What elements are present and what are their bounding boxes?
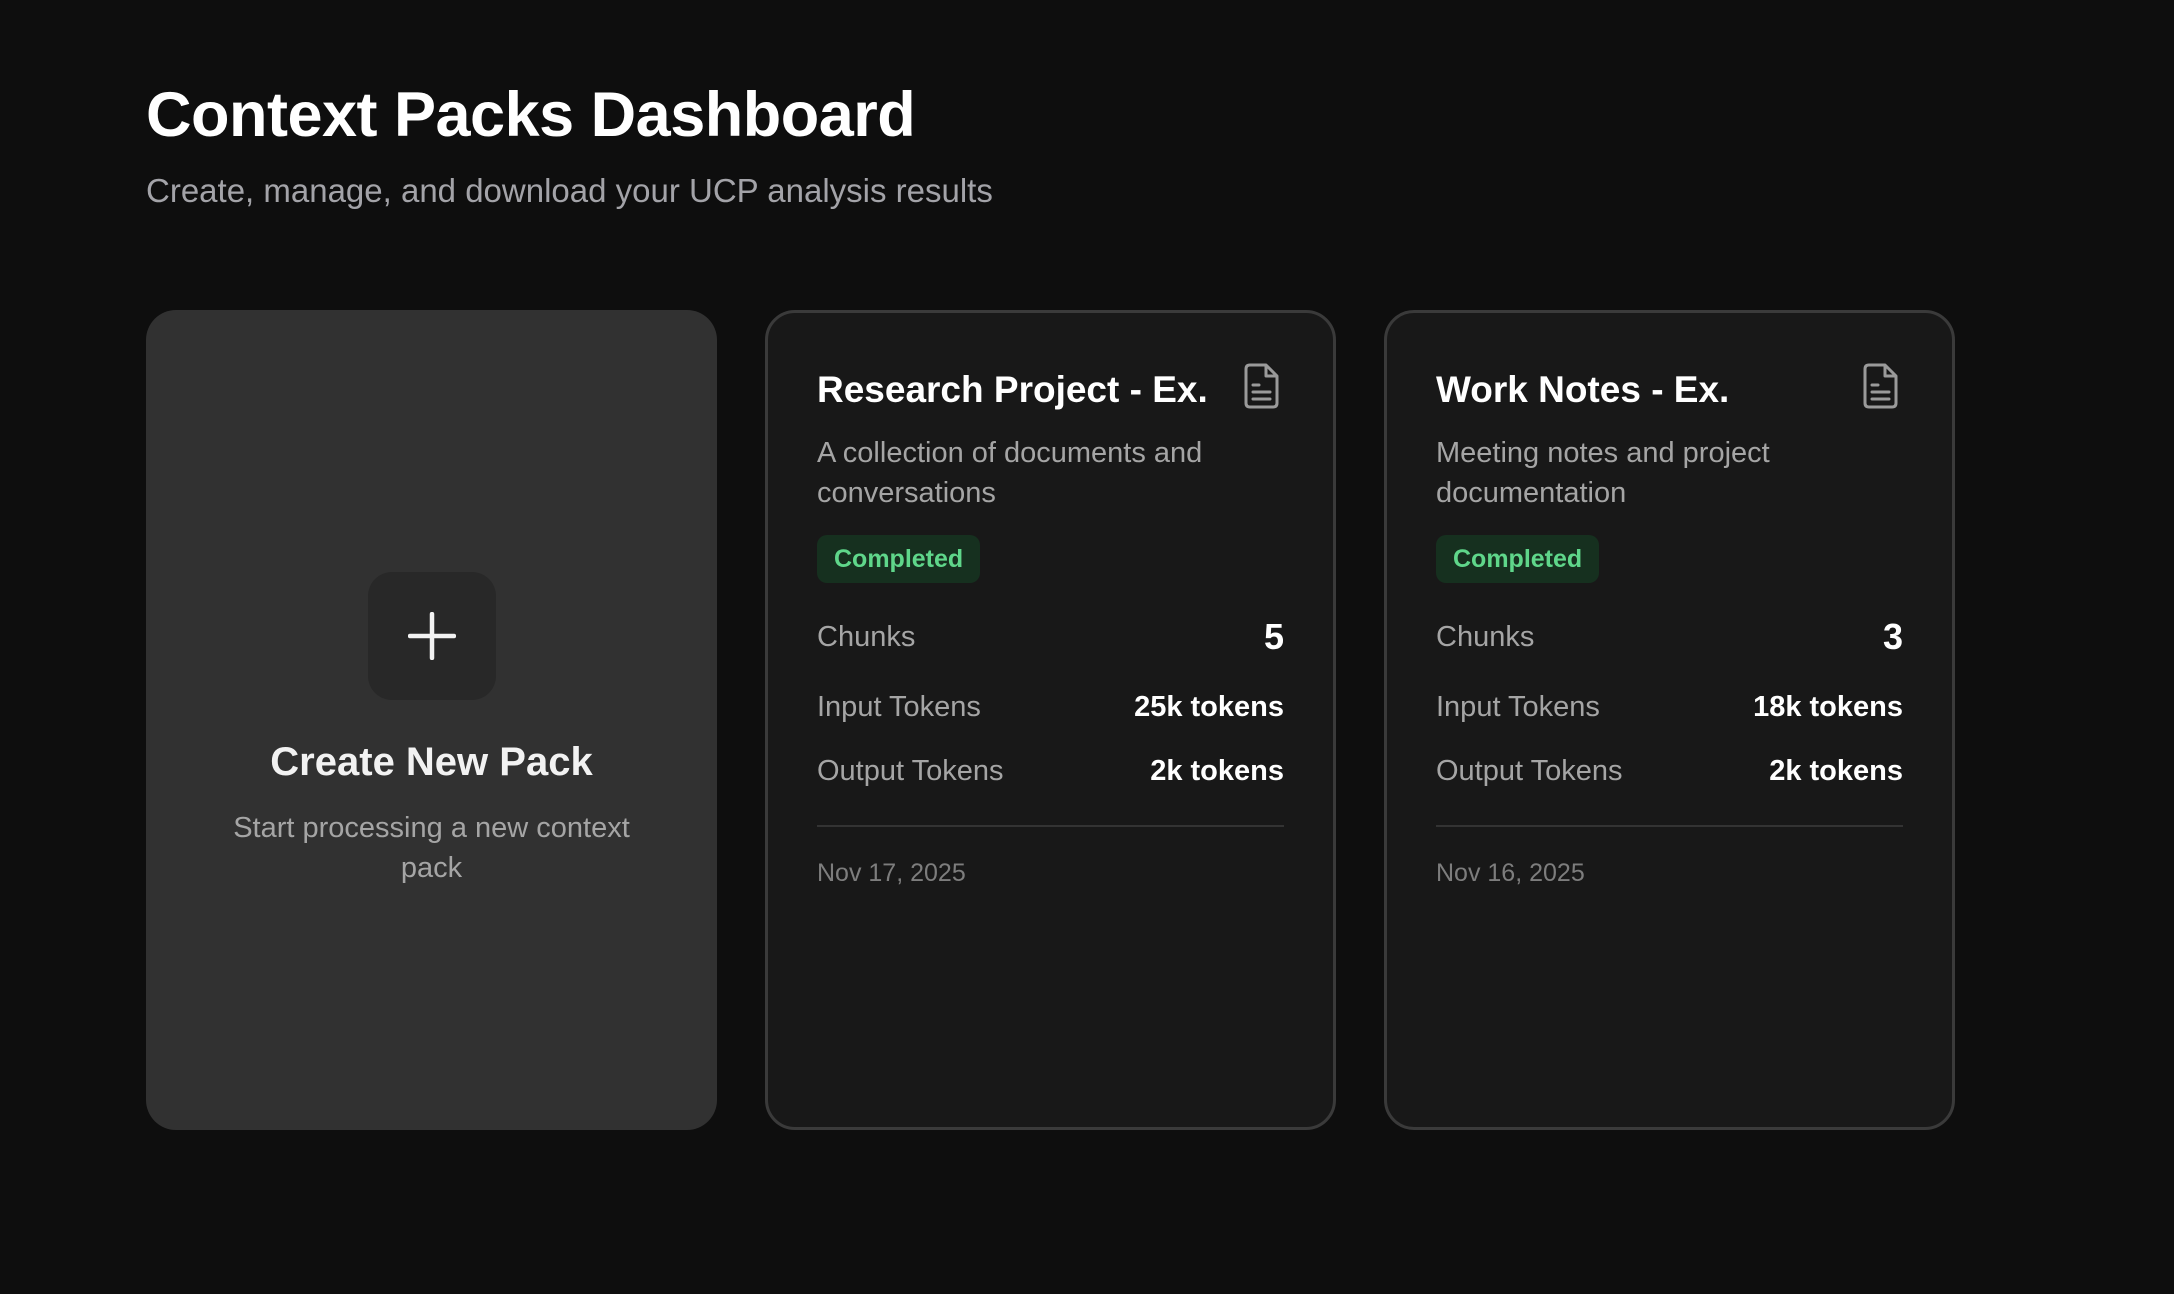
output-tokens-value: 2k tokens [1769,755,1903,788]
pack-header: Research Project - Ex. [817,365,1284,415]
stat-row-input-tokens: Input Tokens 25k tokens [817,675,1284,739]
page-title: Context Packs Dashboard [146,78,2174,152]
pack-description: A collection of documents and conversati… [817,433,1257,513]
pack-date: Nov 17, 2025 [817,859,1284,888]
stat-row-output-tokens: Output Tokens 2k tokens [1436,739,1903,803]
output-tokens-label: Output Tokens [1436,755,1622,788]
dashboard-page: Context Packs Dashboard Create, manage, … [0,0,2174,1294]
pack-stats: Chunks 3 Input Tokens 18k tokens Output … [1436,609,1903,803]
pack-stats: Chunks 5 Input Tokens 25k tokens Output … [817,609,1284,803]
pack-card[interactable]: Work Notes - Ex. Meeting notes and proje… [1384,310,1955,1130]
chunks-label: Chunks [1436,621,1534,654]
create-pack-title: Create New Pack [270,736,592,788]
chunks-label: Chunks [817,621,915,654]
stat-row-input-tokens: Input Tokens 18k tokens [1436,675,1903,739]
pack-card[interactable]: Research Project - Ex. A collection of d… [765,310,1336,1130]
pack-header: Work Notes - Ex. [1436,365,1903,415]
document-icon [1242,363,1280,409]
chunks-value: 3 [1883,616,1903,658]
create-pack-description: Start processing a new context pack [212,808,652,888]
input-tokens-value: 25k tokens [1134,691,1284,724]
page-subtitle: Create, manage, and download your UCP an… [146,170,2174,212]
output-tokens-label: Output Tokens [817,755,1003,788]
pack-grid: Create New Pack Start processing a new c… [146,310,1955,1130]
pack-date: Nov 16, 2025 [1436,859,1903,888]
document-icon [1861,363,1899,409]
pack-description: Meeting notes and project documentation [1436,433,1876,513]
pack-title: Research Project - Ex. [817,365,1208,415]
output-tokens-value: 2k tokens [1150,755,1284,788]
status-badge: Completed [1436,535,1599,583]
stat-row-chunks: Chunks 5 [817,609,1284,665]
input-tokens-value: 18k tokens [1753,691,1903,724]
status-badge: Completed [817,535,980,583]
input-tokens-label: Input Tokens [1436,691,1600,724]
stat-row-chunks: Chunks 3 [1436,609,1903,665]
pack-title: Work Notes - Ex. [1436,365,1729,415]
stat-row-output-tokens: Output Tokens 2k tokens [817,739,1284,803]
plus-icon [408,612,456,660]
input-tokens-label: Input Tokens [817,691,981,724]
divider [1436,825,1903,827]
chunks-value: 5 [1264,616,1284,658]
create-new-pack-card[interactable]: Create New Pack Start processing a new c… [146,310,717,1130]
divider [817,825,1284,827]
plus-icon-container [368,572,496,700]
